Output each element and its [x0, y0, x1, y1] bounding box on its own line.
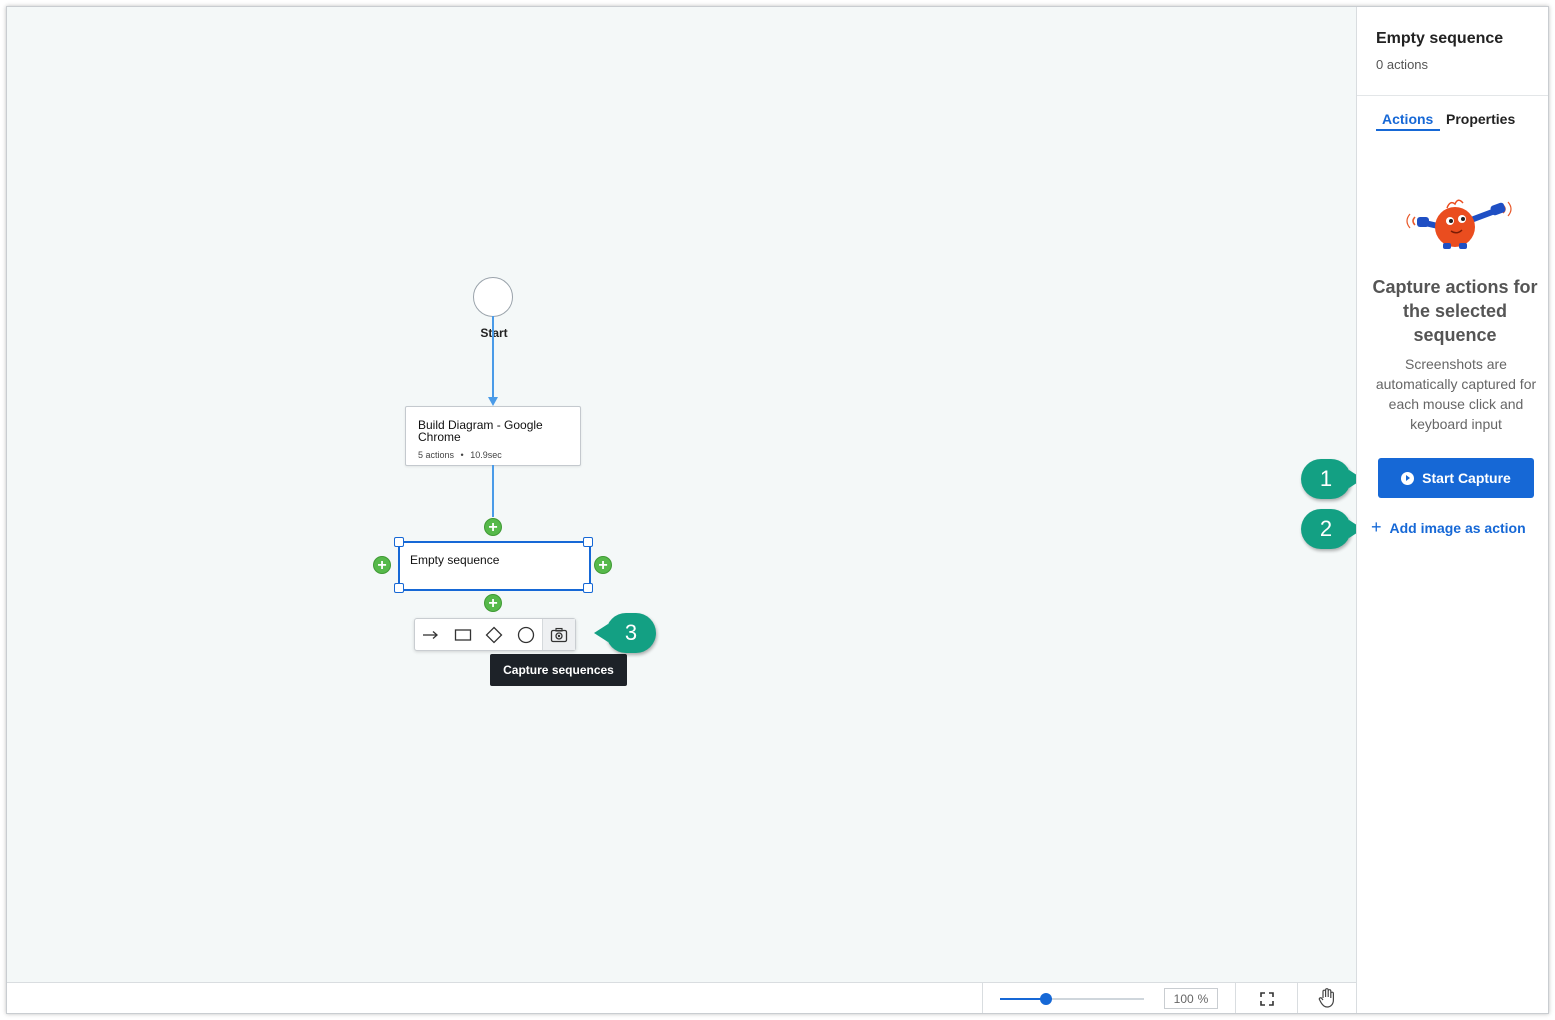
add-image-label: Add image as action [1389, 519, 1526, 536]
pan-tool-button[interactable] [1317, 987, 1337, 1008]
start-capture-button[interactable]: Start Capture [1378, 458, 1534, 498]
tab-actions[interactable]: Actions [1382, 111, 1433, 127]
resize-handle-top-left[interactable] [394, 537, 404, 547]
properties-panel: Empty sequence 0 actions Actions Propert… [1356, 7, 1548, 1013]
circle-tool-button[interactable] [510, 619, 542, 650]
callout-2: 2 [1301, 509, 1363, 549]
sequence-card-build-diagram[interactable]: Build Diagram - Google Chrome 5 actions … [405, 406, 581, 466]
resize-handle-bottom-left[interactable] [394, 583, 404, 593]
panel-header: Empty sequence 0 actions [1357, 7, 1548, 96]
fit-to-screen-button[interactable] [1257, 989, 1277, 1009]
add-image-as-action-link[interactable]: + Add image as action [1371, 517, 1526, 538]
hand-icon [1318, 988, 1334, 1008]
start-capture-label: Start Capture [1422, 470, 1511, 486]
zoom-unit: % [1197, 991, 1209, 1006]
zoom-slider-thumb[interactable] [1040, 993, 1052, 1005]
capture-tool-button[interactable] [542, 619, 575, 650]
diagram-canvas[interactable]: Start Build Diagram - Google Chrome 5 ac… [7, 7, 1363, 982]
bar-divider [1297, 983, 1298, 1013]
callout-1: 1 [1301, 459, 1363, 499]
connector-sequence-to-empty [492, 465, 494, 517]
empty-state-heading: Capture actions for the selected sequenc… [1372, 277, 1538, 345]
start-node[interactable] [473, 277, 513, 317]
zoom-slider[interactable] [1000, 993, 1144, 1005]
app-window: Start Build Diagram - Google Chrome 5 ac… [6, 6, 1549, 1014]
sequence-card-meta: 5 actions • 10.9sec [418, 450, 502, 460]
start-label: Start [480, 326, 508, 340]
panel-action-count: 0 actions [1376, 57, 1429, 72]
zoom-percent-field[interactable]: 100 % [1164, 988, 1218, 1009]
rectangle-tool-button[interactable] [447, 619, 479, 650]
bar-divider [982, 983, 983, 1013]
mascot-illustration [1406, 199, 1512, 249]
plus-icon: + [1371, 517, 1382, 537]
fit-screen-icon [1260, 992, 1274, 1006]
shape-toolbar [414, 618, 576, 651]
callout-3: 3 [594, 613, 656, 653]
sequence-card-title: Build Diagram - Google Chrome [418, 418, 543, 444]
diamond-tool-button[interactable] [479, 619, 511, 650]
resize-handle-top-right[interactable] [583, 537, 593, 547]
resize-handle-bottom-right[interactable] [583, 583, 593, 593]
diamond-icon [486, 626, 503, 643]
arrow-right-icon [422, 630, 438, 639]
capture-sequences-tooltip: Capture sequences [490, 654, 627, 686]
sequence-card-empty-selected[interactable]: Empty sequence [398, 541, 591, 591]
connector-start-to-sequence [492, 316, 494, 398]
connector-arrowhead [488, 397, 498, 406]
active-tab-indicator [1376, 129, 1440, 131]
meta-separator: • [460, 450, 464, 460]
add-node-bottom-button[interactable]: + [484, 594, 502, 612]
camera-icon [550, 627, 568, 642]
rectangle-icon [454, 628, 471, 641]
selected-card-title: Empty sequence [410, 553, 500, 567]
arrow-tool-button[interactable] [415, 619, 447, 650]
add-node-right-button[interactable]: + [594, 556, 612, 574]
sequence-card-actions: 5 actions [418, 450, 455, 460]
sequence-card-duration: 10.9sec [470, 450, 502, 460]
empty-state-description: Screenshots are automatically captured f… [1375, 356, 1537, 432]
canvas-bottom-bar: 100 % [7, 982, 1356, 1013]
add-node-top-button[interactable]: + [484, 518, 502, 536]
add-node-left-button[interactable]: + [373, 556, 391, 574]
zoom-value: 100 [1173, 991, 1194, 1006]
panel-title: Empty sequence [1376, 30, 1504, 47]
tab-properties[interactable]: Properties [1446, 111, 1515, 127]
bar-divider [1235, 983, 1236, 1013]
circle-icon [518, 626, 535, 643]
play-circle-icon [1401, 471, 1415, 485]
